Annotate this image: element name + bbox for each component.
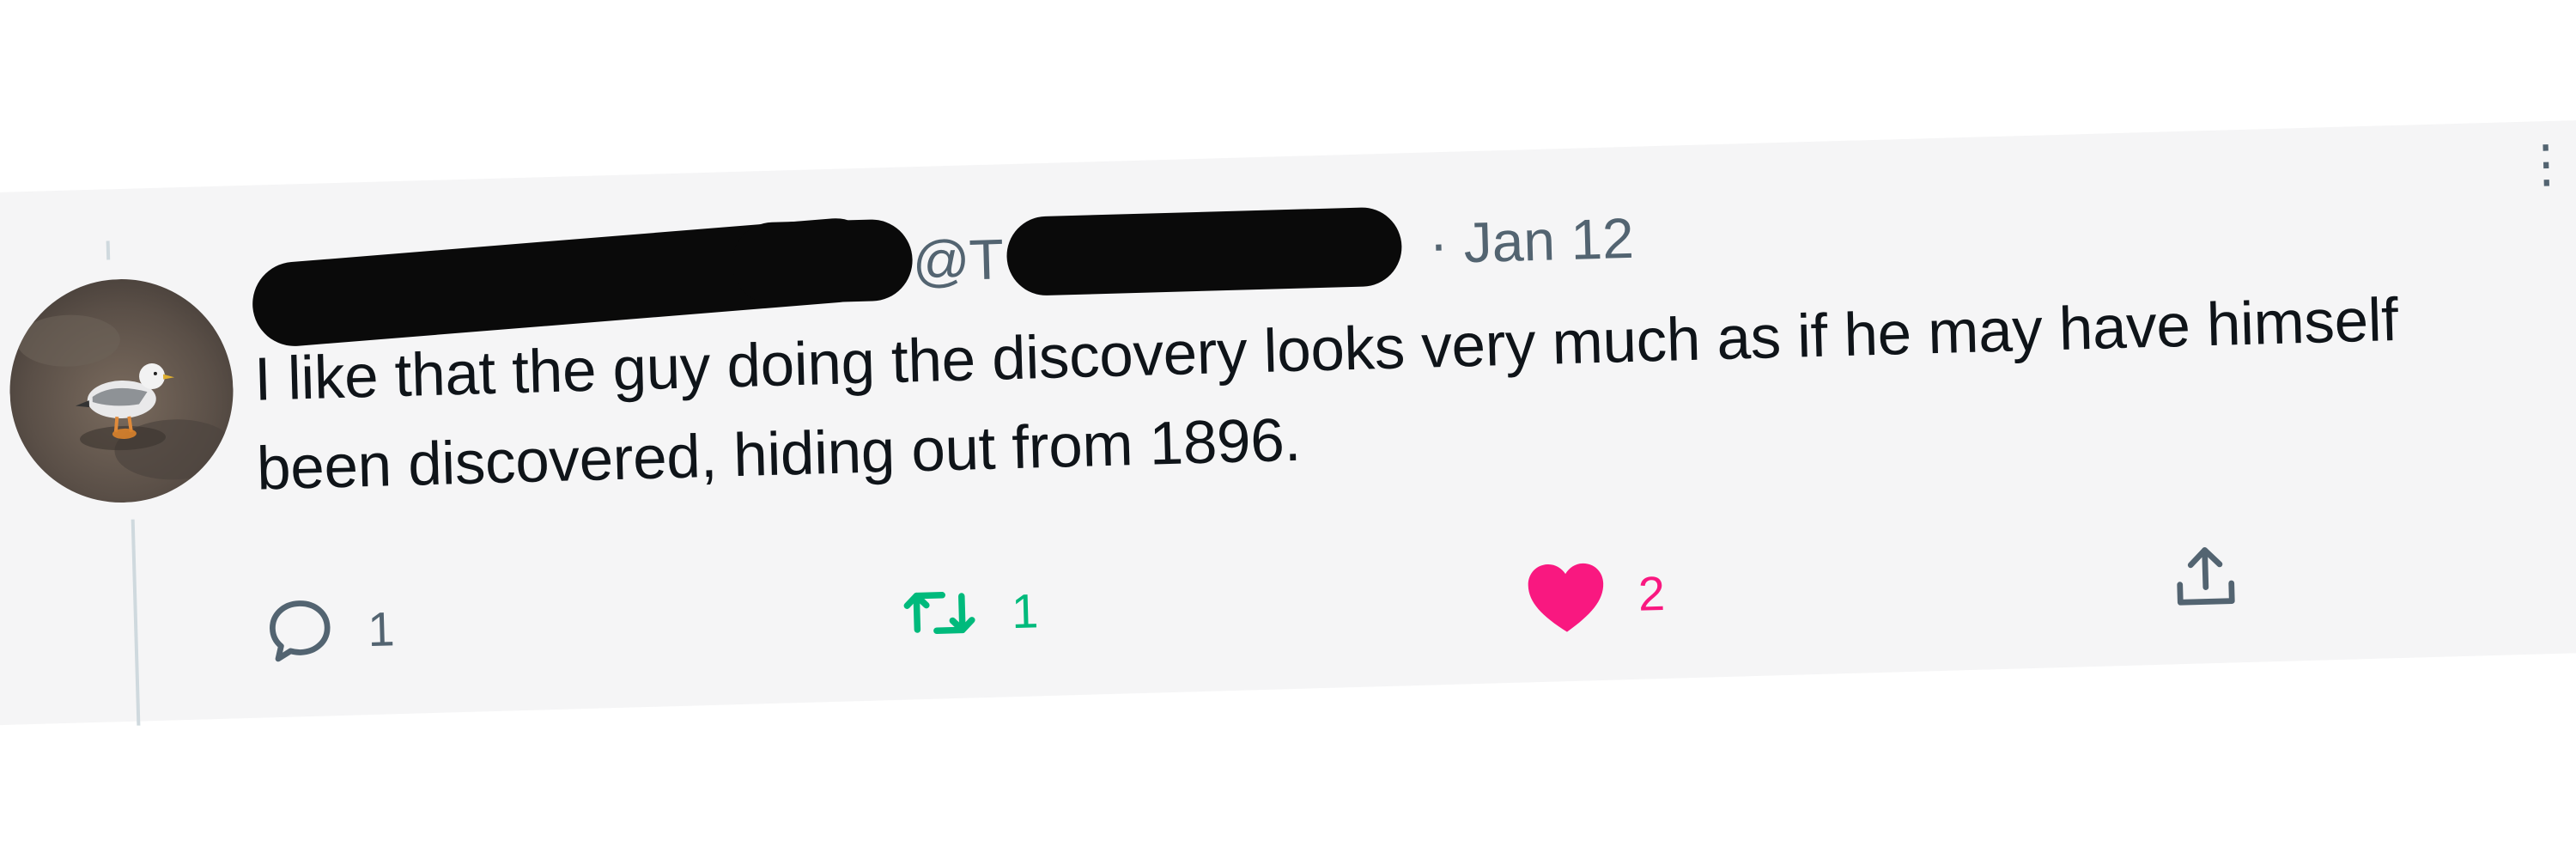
like-count: 2 bbox=[1637, 565, 1666, 621]
thread-connector-line bbox=[131, 519, 141, 726]
tweet-card[interactable]: @T · Jan 12 ⋮ I like that the guy doing … bbox=[0, 119, 2576, 726]
more-options-icon[interactable]: ⋮ bbox=[2519, 134, 2573, 193]
retweet-count: 1 bbox=[1011, 582, 1040, 638]
screenshot-stage: @T · Jan 12 ⋮ I like that the guy doing … bbox=[0, 0, 2576, 859]
retweet-button[interactable]: 1 bbox=[896, 567, 1040, 657]
tweet-date[interactable]: · Jan 12 bbox=[1428, 205, 1635, 277]
redacted-username bbox=[1005, 206, 1403, 297]
date-separator: · bbox=[1428, 210, 1449, 276]
reply-icon bbox=[270, 600, 331, 662]
like-button[interactable]: 2 bbox=[1522, 550, 1666, 640]
avatar-seagull-image bbox=[6, 276, 237, 506]
reply-button[interactable]: 1 bbox=[260, 585, 396, 674]
share-button[interactable] bbox=[2166, 533, 2245, 621]
thread-line-top bbox=[106, 241, 111, 260]
date-text: Jan 12 bbox=[1462, 205, 1635, 275]
redacted-display-name-tail bbox=[731, 218, 914, 306]
share-icon bbox=[2177, 547, 2235, 606]
tweet-actions-bar: 1 1 2 bbox=[260, 529, 2409, 675]
heart-icon bbox=[1528, 563, 1604, 632]
reply-count: 1 bbox=[367, 600, 396, 656]
avatar[interactable] bbox=[6, 276, 237, 506]
username-handle-prefix[interactable]: @T bbox=[912, 226, 1004, 294]
retweet-icon bbox=[903, 592, 975, 634]
